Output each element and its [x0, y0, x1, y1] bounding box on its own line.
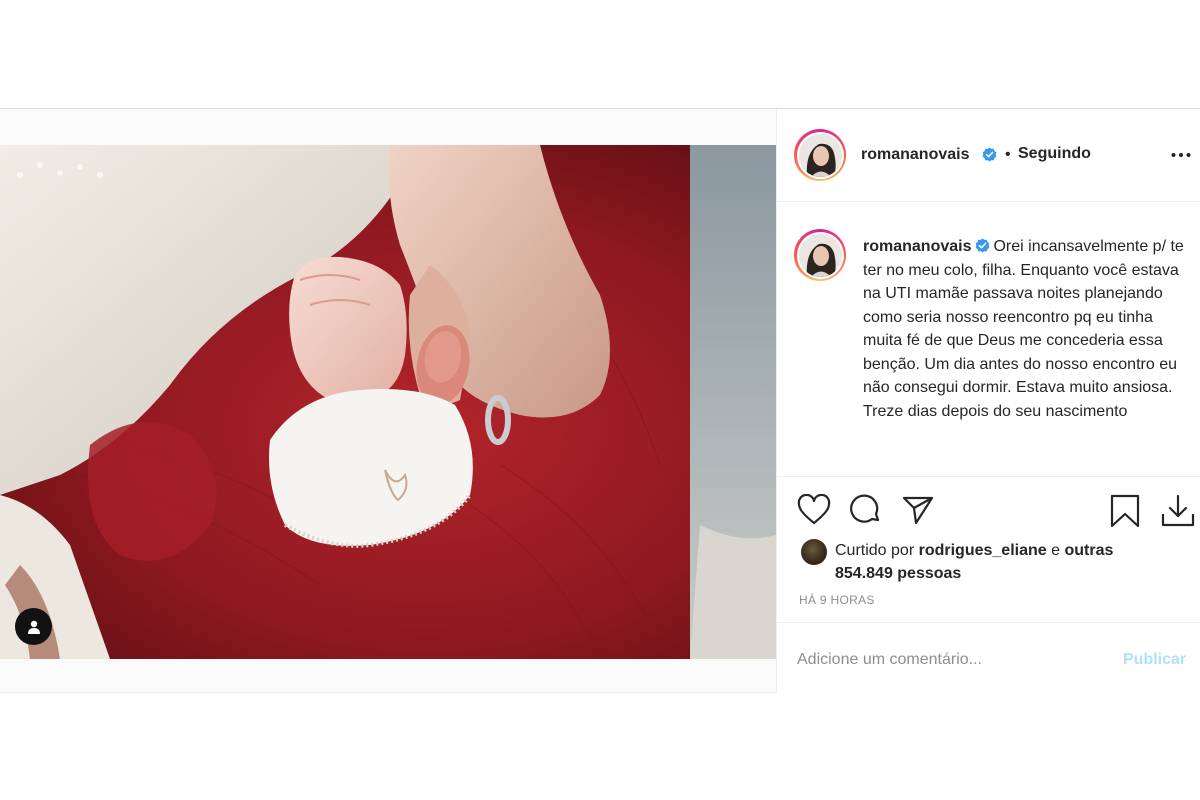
likes-joiner: e: [1051, 542, 1061, 559]
caption-text: romananovais Orei incansavelmente p/ te t…: [863, 235, 1188, 423]
caption-username[interactable]: romananovais: [863, 238, 971, 255]
user-tag-button[interactable]: [15, 608, 52, 645]
post-image[interactable]: [0, 145, 776, 659]
more-options-icon[interactable]: [1170, 145, 1192, 165]
author-username[interactable]: romananovais: [861, 146, 969, 164]
author-avatar-photo: [798, 133, 842, 177]
verified-badge-icon: [976, 238, 990, 253]
post-timestamp[interactable]: HÁ 9 HORAS: [799, 593, 875, 607]
post-header: romananovais • Seguindo: [777, 109, 1200, 202]
author-avatar[interactable]: [794, 129, 846, 181]
header-separator: •: [1005, 146, 1011, 163]
liker-avatar[interactable]: [801, 539, 827, 565]
comment-input[interactable]: [797, 645, 1097, 675]
post-card: romananovais • Seguindo romananovais Ore…: [0, 108, 1200, 694]
download-icon[interactable]: [1161, 494, 1195, 528]
caption-section: romananovais Orei incansavelmente p/ te t…: [777, 203, 1200, 476]
paper-plane-icon[interactable]: [901, 494, 935, 526]
post-photo: [0, 145, 776, 659]
verified-badge-icon: [982, 147, 997, 162]
post-sidebar: romananovais • Seguindo romananovais Ore…: [776, 109, 1200, 694]
caption-author-avatar[interactable]: [794, 229, 846, 281]
heart-icon[interactable]: [797, 494, 831, 526]
likes-text: Curtido por rodrigues_eliane e outras 85…: [835, 539, 1165, 585]
liker-username[interactable]: rodrigues_eliane: [919, 542, 1047, 559]
caption-body: Orei incansavelmente p/ te ter no meu co…: [863, 238, 1184, 420]
likes-prefix: Curtido por: [835, 542, 915, 559]
comment-icon[interactable]: [849, 494, 883, 526]
caption-avatar-photo: [798, 233, 842, 277]
user-tag-icon: [27, 620, 40, 634]
bookmark-icon[interactable]: [1109, 494, 1141, 528]
post-actions: Curtido por rodrigues_eliane e outras 85…: [777, 476, 1200, 686]
likes-summary: Curtido por rodrigues_eliane e outras 85…: [801, 537, 1181, 582]
following-button[interactable]: Seguindo: [1018, 145, 1091, 163]
comment-form: Publicar: [777, 622, 1200, 694]
publish-button[interactable]: Publicar: [1123, 651, 1186, 669]
